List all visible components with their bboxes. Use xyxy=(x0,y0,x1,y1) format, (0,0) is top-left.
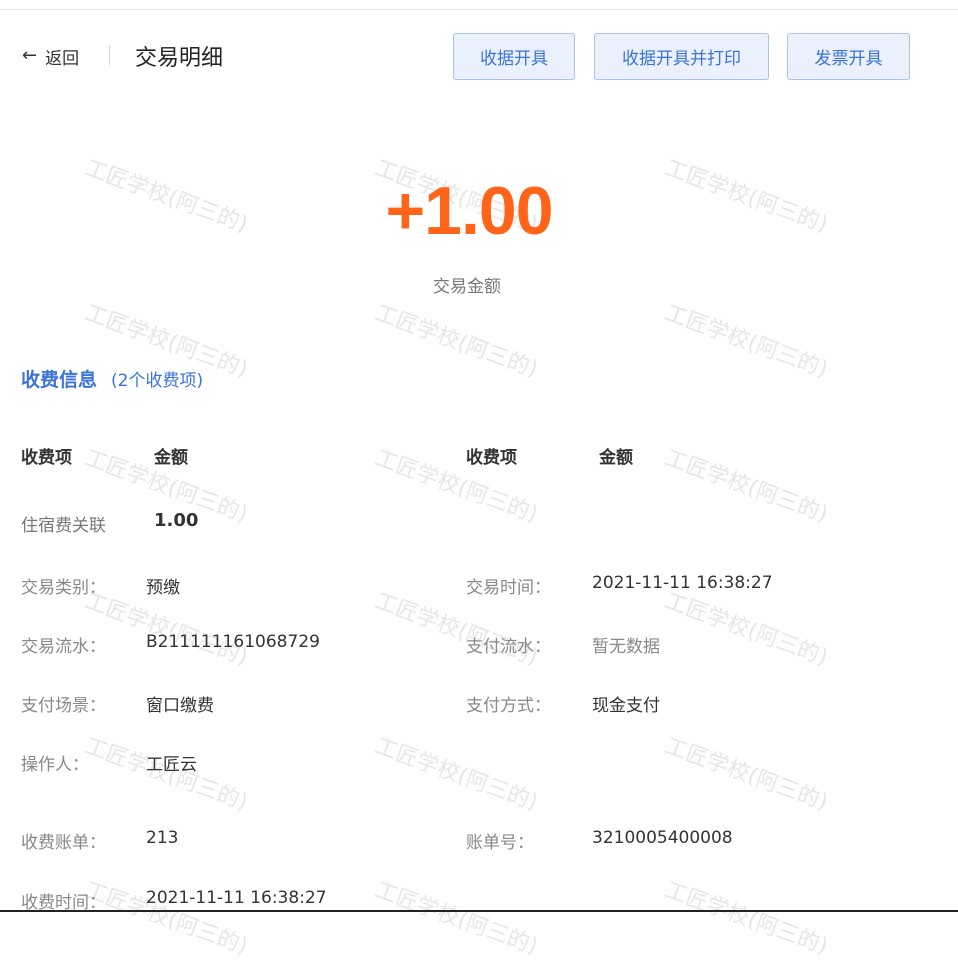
column-header-amount: 金额 xyxy=(154,448,188,468)
watermark: 工匠学校(阿三的) xyxy=(371,445,541,528)
page-title: 交易明细 xyxy=(135,46,224,71)
back-button[interactable]: ← 返回 xyxy=(22,44,80,69)
watermark: 工匠学校(阿三的) xyxy=(371,733,541,816)
transaction-time-label: 交易时间： xyxy=(466,578,551,598)
transaction-serial-value: B211111161068729 xyxy=(146,632,320,652)
payment-scene-value: 窗口缴费 xyxy=(146,696,214,716)
operator-value: 工匠云 xyxy=(146,755,197,775)
column-header-fee-item: 收费项 xyxy=(21,448,72,468)
transaction-type-label: 交易类别： xyxy=(21,578,106,598)
issue-and-print-receipt-button[interactable]: 收据开具并打印 xyxy=(594,33,769,80)
watermark: 工匠学校(阿三的) xyxy=(661,588,831,671)
bill-number-value: 3210005400008 xyxy=(592,828,733,848)
back-label: 返回 xyxy=(45,48,80,69)
transaction-amount: +1.00 xyxy=(385,173,553,249)
bill-value: 213 xyxy=(146,828,179,848)
transaction-time-value: 2021-11-11 16:38:27 xyxy=(592,573,773,593)
transaction-type-value: 预缴 xyxy=(146,578,180,598)
issue-invoice-button[interactable]: 发票开具 xyxy=(787,33,910,80)
watermark: 工匠学校(阿三的) xyxy=(661,300,831,383)
watermark: 工匠学校(阿三的) xyxy=(661,445,831,528)
fee-item-count: (2个收费项) xyxy=(111,371,204,391)
arrow-left-icon: ← xyxy=(22,45,38,66)
column-header-fee-item: 收费项 xyxy=(466,448,517,468)
fee-item-amount: 1.00 xyxy=(154,510,199,531)
watermark: 工匠学校(阿三的) xyxy=(371,300,541,383)
issue-receipt-button[interactable]: 收据开具 xyxy=(453,33,575,80)
watermark: 工匠学校(阿三的) xyxy=(661,733,831,816)
transaction-amount-label: 交易金额 xyxy=(433,277,501,297)
payment-serial-value: 暂无数据 xyxy=(592,637,660,657)
payment-scene-label: 支付场景： xyxy=(21,696,106,716)
fee-time-value: 2021-11-11 16:38:27 xyxy=(146,888,327,908)
watermark: 工匠学校(阿三的) xyxy=(371,877,541,960)
section-title: 收费信息 xyxy=(21,369,98,391)
operator-label: 操作人： xyxy=(21,755,89,775)
header-divider xyxy=(109,45,110,65)
payment-method-value: 现金支付 xyxy=(592,696,660,716)
transaction-serial-label: 交易流水： xyxy=(21,637,106,657)
payment-method-label: 支付方式： xyxy=(466,696,551,716)
fee-item-name: 住宿费关联 xyxy=(21,516,106,536)
top-divider xyxy=(0,9,958,10)
watermark: 工匠学校(阿三的) xyxy=(661,877,831,960)
bill-label: 收费账单： xyxy=(21,833,106,853)
payment-serial-label: 支付流水： xyxy=(466,637,551,657)
bill-number-label: 账单号： xyxy=(466,833,534,853)
column-header-amount: 金额 xyxy=(599,448,633,468)
watermark: 工匠学校(阿三的) xyxy=(81,877,251,960)
